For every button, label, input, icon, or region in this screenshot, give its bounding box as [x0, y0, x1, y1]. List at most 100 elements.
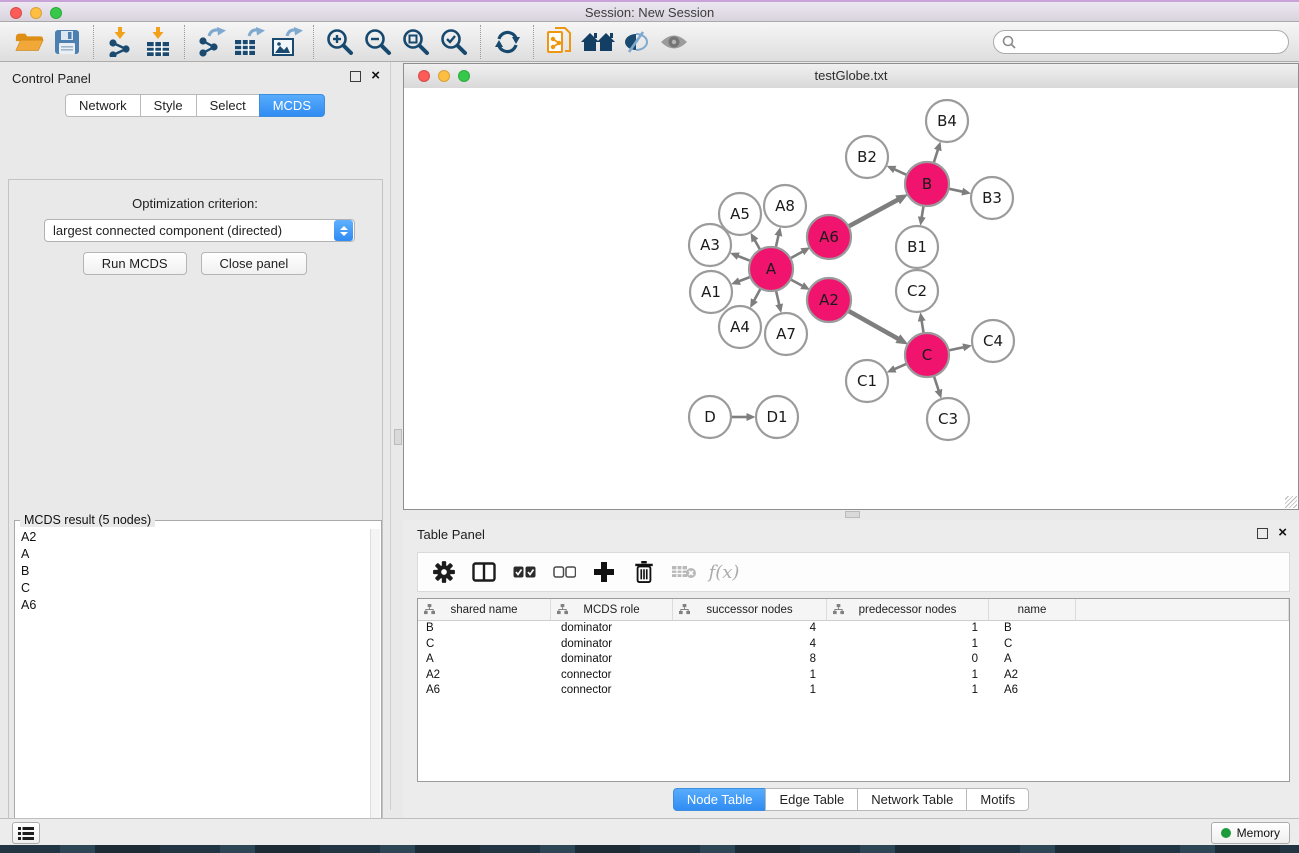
zoom-in-button[interactable] — [321, 25, 359, 59]
hide-graphics-details-button[interactable] — [617, 25, 655, 59]
control-panel-tabs: Network Style Select MCDS — [0, 94, 390, 117]
column-header-name[interactable]: name — [989, 599, 1076, 620]
graph-node-C1[interactable]: C1 — [846, 360, 888, 402]
graph-node-C3[interactable]: C3 — [927, 398, 969, 440]
show-graphics-details-button[interactable] — [655, 25, 693, 59]
graph-node-C[interactable]: C — [905, 333, 949, 377]
close-panel-button[interactable]: Close panel — [201, 252, 308, 275]
zoom-selected-button[interactable] — [435, 25, 473, 59]
delete-row-button[interactable] — [626, 556, 662, 588]
graph-edge-A-A7 — [776, 289, 780, 304]
close-panel-icon[interactable]: × — [371, 70, 380, 82]
zoom-fit-button[interactable] — [397, 25, 435, 59]
run-mcds-button[interactable]: Run MCDS — [83, 252, 187, 275]
table-cell: C — [418, 637, 551, 653]
graph-node-A6[interactable]: A6 — [807, 215, 851, 259]
destroy-table-button[interactable] — [666, 556, 702, 588]
tab-node-table[interactable]: Node Table — [673, 788, 767, 811]
table-row[interactable]: A2connector11A2 — [418, 668, 1289, 684]
column-header-predecessor-nodes[interactable]: predecessor nodes — [827, 599, 989, 620]
eye-slash-icon — [621, 30, 651, 54]
svg-text:C3: C3 — [938, 410, 958, 428]
graph-node-B2[interactable]: B2 — [846, 136, 888, 178]
network-canvas[interactable]: B4 B2 B B3 A5 A8A6 A3 B1 A A1 C2 A2 A4A7 C4 C C1 C3 D D1 — [404, 88, 1298, 509]
export-image-button[interactable] — [268, 25, 306, 59]
columns-icon — [472, 562, 496, 582]
graph-node-A2[interactable]: A2 — [807, 278, 851, 322]
import-network-button[interactable] — [101, 25, 139, 59]
float-panel-icon[interactable] — [350, 71, 361, 82]
select-all-button[interactable] — [506, 556, 542, 588]
window-resize-grip[interactable] — [1285, 496, 1297, 508]
result-list-item[interactable]: C — [16, 580, 371, 597]
graph-node-B3[interactable]: B3 — [971, 177, 1013, 219]
table-header-row: shared name MCDS role successor nodes pr… — [418, 599, 1289, 621]
svg-text:A: A — [766, 260, 777, 278]
tab-select[interactable]: Select — [196, 94, 260, 117]
close-table-panel-icon[interactable]: × — [1278, 527, 1287, 539]
float-table-panel-icon[interactable] — [1257, 528, 1268, 539]
graph-node-A8[interactable]: A8 — [764, 185, 806, 227]
vertical-splitter-grip[interactable] — [394, 429, 402, 445]
memory-button[interactable]: Memory — [1211, 822, 1290, 844]
graph-node-B[interactable]: B — [905, 162, 949, 206]
refresh-layout-button[interactable] — [488, 25, 526, 59]
tab-network[interactable]: Network — [65, 94, 141, 117]
graph-node-D[interactable]: D — [689, 396, 731, 438]
toggle-columns-button[interactable] — [466, 556, 502, 588]
column-header-shared-name[interactable]: shared name — [418, 599, 551, 620]
table-cell: A2 — [418, 668, 551, 684]
tab-network-table[interactable]: Network Table — [857, 788, 967, 811]
column-header-successor-nodes[interactable]: successor nodes — [673, 599, 827, 620]
horizontal-splitter-grip[interactable] — [845, 511, 860, 518]
optimization-criterion-select[interactable]: largest connected component (directed) — [44, 219, 355, 242]
result-list-scrollbar[interactable] — [370, 529, 380, 853]
graph-node-B4[interactable]: B4 — [926, 100, 968, 142]
graph-node-D1[interactable]: D1 — [756, 396, 798, 438]
desktop-background — [0, 845, 1299, 853]
table-row[interactable]: Bdominator41B — [418, 621, 1289, 637]
svg-text:A5: A5 — [730, 205, 750, 223]
zoom-out-button[interactable] — [359, 25, 397, 59]
svg-text:B4: B4 — [937, 112, 957, 130]
save-session-button[interactable] — [48, 25, 86, 59]
result-list-item[interactable]: A — [16, 546, 371, 563]
home-button[interactable] — [579, 25, 617, 59]
gear-icon — [432, 560, 456, 584]
export-table-button[interactable] — [230, 25, 268, 59]
table-row[interactable]: Adominator80A — [418, 652, 1289, 668]
tab-motifs[interactable]: Motifs — [966, 788, 1029, 811]
graph-node-A[interactable]: A — [749, 247, 793, 291]
new-network-from-file-button[interactable] — [541, 25, 579, 59]
column-header-mcds-role[interactable]: MCDS role — [551, 599, 673, 620]
graph-node-B1[interactable]: B1 — [896, 226, 938, 268]
result-list-item[interactable]: B — [16, 563, 371, 580]
function-builder-button[interactable]: f(x) — [706, 556, 742, 588]
graph-node-A1[interactable]: A1 — [690, 271, 732, 313]
table-row[interactable]: A6connector11A6 — [418, 683, 1289, 699]
table-settings-button[interactable] — [426, 556, 462, 588]
graph-node-A5[interactable]: A5 — [719, 193, 761, 235]
open-session-button[interactable] — [10, 25, 48, 59]
network-window-titlebar[interactable]: testGlobe.txt — [404, 64, 1298, 89]
graph-node-C4[interactable]: C4 — [972, 320, 1014, 362]
import-table-button[interactable] — [139, 25, 177, 59]
export-network-button[interactable] — [192, 25, 230, 59]
tab-mcds[interactable]: MCDS — [259, 94, 325, 117]
tab-edge-table[interactable]: Edge Table — [765, 788, 858, 811]
add-row-button[interactable] — [586, 556, 622, 588]
deselect-all-button[interactable] — [546, 556, 582, 588]
graph-node-A4[interactable]: A4 — [719, 306, 761, 348]
hierarchy-icon — [557, 604, 568, 615]
graph-node-A7[interactable]: A7 — [765, 313, 807, 355]
search-input[interactable] — [1021, 34, 1280, 50]
graph-node-C2[interactable]: C2 — [896, 270, 938, 312]
search-field[interactable] — [993, 30, 1289, 54]
table-row[interactable]: Cdominator41C — [418, 637, 1289, 653]
tab-style[interactable]: Style — [140, 94, 197, 117]
result-list-item[interactable]: A2 — [16, 529, 371, 546]
show-log-button[interactable] — [12, 822, 40, 844]
graph-node-A3[interactable]: A3 — [689, 224, 731, 266]
result-list-item[interactable]: A6 — [16, 597, 371, 614]
svg-text:C2: C2 — [907, 282, 927, 300]
